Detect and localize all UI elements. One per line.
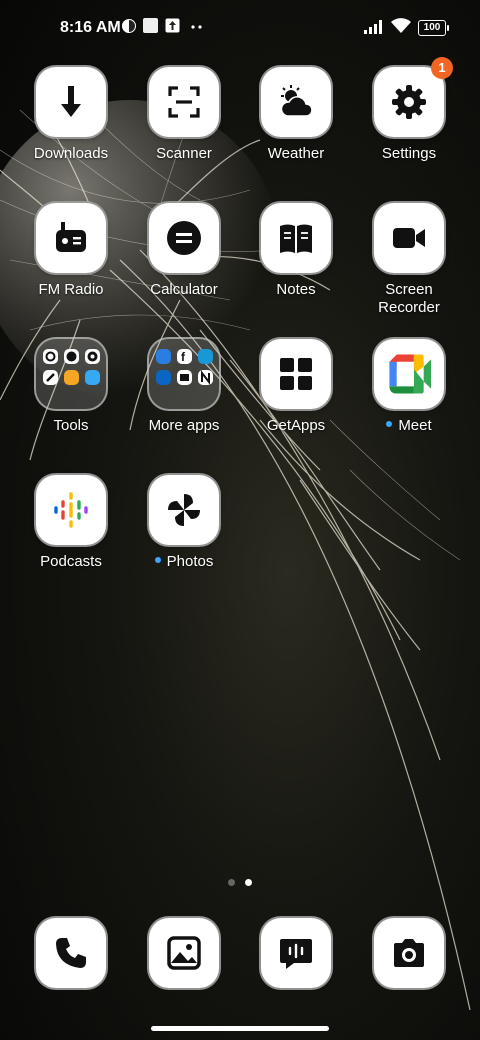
camera-icon <box>394 939 424 967</box>
page-indicator-1[interactable] <box>228 879 235 886</box>
upload-icon <box>165 18 180 33</box>
app-label: Downloads <box>33 145 109 162</box>
video-camera-icon <box>393 228 425 248</box>
app-label: Scanner <box>156 145 212 162</box>
app-label-line: Screen <box>385 281 433 298</box>
folder-icon[interactable] <box>36 339 106 409</box>
app-settings[interactable]: 1 Settings <box>353 57 465 187</box>
mini-app-icon <box>43 349 58 364</box>
app-label: More apps <box>148 417 220 434</box>
app-tile[interactable] <box>149 203 219 273</box>
gallery-icon <box>167 936 201 970</box>
app-screen-recorder[interactable]: Screen Recorder <box>353 203 465 323</box>
notification-app-icon <box>143 18 158 33</box>
gear-icon <box>392 85 426 119</box>
mini-app-icon <box>85 349 100 364</box>
app-label: Photos <box>128 553 240 571</box>
new-install-dot <box>154 557 161 564</box>
app-label: FM Radio <box>38 281 104 298</box>
phone-icon <box>56 938 86 968</box>
mini-app-icon <box>85 370 100 385</box>
app-weather[interactable]: Weather <box>240 67 352 187</box>
dock-camera[interactable] <box>374 918 444 988</box>
app-notes[interactable]: Notes <box>240 203 352 323</box>
app-tile[interactable] <box>261 203 331 273</box>
calculator-icon <box>167 221 201 255</box>
mini-app-icon <box>64 370 79 385</box>
more-notifications-icon <box>191 25 202 29</box>
podcasts-icon <box>54 492 88 528</box>
app-tile[interactable] <box>36 67 106 137</box>
dock-gallery[interactable] <box>149 918 219 988</box>
app-calculator[interactable]: Calculator <box>128 203 240 323</box>
mini-app-icon <box>198 370 213 385</box>
app-label: Podcasts <box>40 553 102 570</box>
book-icon <box>280 224 312 253</box>
home-gesture-bar[interactable] <box>151 1026 329 1031</box>
pinwheel-icon <box>168 494 200 526</box>
mini-app-icon <box>64 349 79 364</box>
status-bar: 8:16 AM 100 <box>0 0 480 56</box>
app-tile[interactable] <box>374 203 444 273</box>
download-icon <box>61 86 81 117</box>
app-label-line: Recorder <box>378 299 440 316</box>
weather-icon <box>280 85 313 117</box>
app-tile[interactable] <box>36 475 106 545</box>
mini-app-icon <box>156 370 171 385</box>
app-label: Meet <box>353 417 465 435</box>
dock-messages[interactable] <box>261 918 331 988</box>
app-label: Calculator <box>150 281 218 298</box>
vpn-icon <box>122 19 136 33</box>
folder-tools[interactable]: Tools <box>15 339 127 459</box>
mini-app-icon: f <box>177 349 192 364</box>
folder-more-apps[interactable]: f More apps <box>128 339 240 459</box>
app-tile[interactable] <box>149 475 219 545</box>
app-label: Settings <box>381 145 437 162</box>
app-tile[interactable] <box>261 67 331 137</box>
mini-app-icon <box>198 349 213 364</box>
svg-text:f: f <box>181 350 186 364</box>
notification-badge: 1 <box>431 57 453 79</box>
new-install-dot <box>386 421 393 428</box>
app-label: Notes <box>276 281 316 298</box>
radio-icon <box>56 222 86 252</box>
app-tile[interactable] <box>261 339 331 409</box>
app-tile[interactable] <box>374 67 444 137</box>
meet-icon <box>389 354 431 394</box>
folder-icon[interactable]: f <box>149 339 219 409</box>
signal-icon <box>364 20 382 34</box>
app-tile[interactable] <box>36 203 106 273</box>
app-fm-radio[interactable]: FM Radio <box>15 203 127 323</box>
messages-icon <box>280 939 312 969</box>
scanner-icon <box>168 86 200 118</box>
mini-app-icon <box>177 370 192 385</box>
app-label: Weather <box>267 145 325 162</box>
app-tile[interactable] <box>149 67 219 137</box>
app-label-text: Meet <box>398 417 432 434</box>
dock-phone[interactable] <box>36 918 106 988</box>
app-getapps[interactable]: GetApps <box>240 339 352 459</box>
status-time: 8:16 AM <box>60 19 121 36</box>
grid-icon <box>280 358 312 390</box>
app-podcasts[interactable]: Podcasts <box>15 475 127 595</box>
app-label: GetApps <box>266 417 326 434</box>
app-tile[interactable] <box>374 339 444 409</box>
app-label-text: Photos <box>166 553 214 570</box>
app-meet[interactable]: Meet <box>353 339 465 459</box>
mini-app-icon <box>43 370 58 385</box>
mini-app-icon <box>156 349 171 364</box>
app-scanner[interactable]: Scanner <box>128 67 240 187</box>
app-downloads[interactable]: Downloads <box>15 67 127 187</box>
app-photos[interactable]: Photos <box>128 475 240 595</box>
app-label: Tools <box>53 417 89 434</box>
page-indicator-2[interactable] <box>245 879 252 886</box>
battery-indicator: 100 <box>418 20 449 36</box>
app-label: Screen Recorder <box>353 281 465 317</box>
wifi-icon <box>391 18 411 33</box>
